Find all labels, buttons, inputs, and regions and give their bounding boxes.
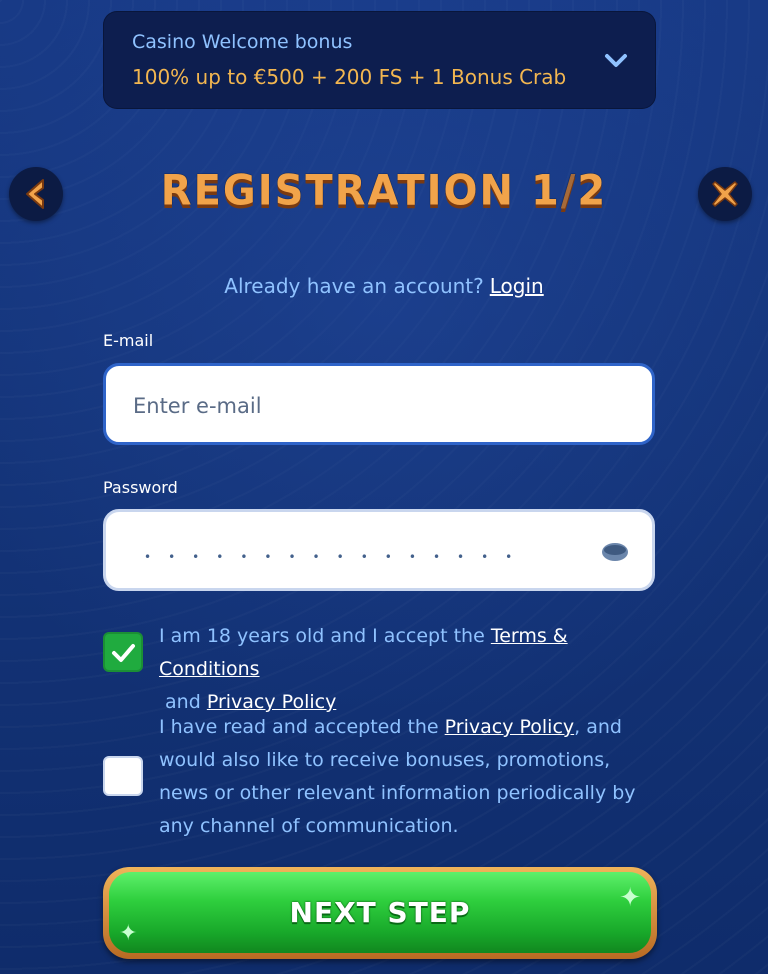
step-current: 1 [530,166,561,216]
sparkle-icon: ✦ [619,883,641,913]
password-field[interactable]: •••••••••••••••• [103,509,655,591]
privacy-policy-link[interactable]: Privacy Policy [207,691,336,713]
checkmark-icon [112,644,135,662]
close-button[interactable] [698,167,752,221]
bonus-title: Casino Welcome bonus [132,31,353,53]
login-link[interactable]: Login [490,274,544,298]
next-step-button[interactable]: NEXT STEP ✦ ✦ [103,867,657,959]
marketing-text-before: I have read and accepted the [159,716,445,738]
step-separator: / [560,166,578,216]
age-terms-text-before: I am 18 years old and I accept the [159,625,491,647]
email-placeholder: Enter e-mail [133,394,262,418]
title-word: REGISTRATION [160,166,515,216]
age-terms-text: I am 18 years old and I accept the Terms… [159,620,659,719]
eye-icon[interactable] [600,540,630,564]
login-prompt: Already have an account? [224,274,484,298]
next-step-label: NEXT STEP [289,896,471,929]
welcome-bonus-dropdown[interactable]: Casino Welcome bonus 100% up to €500 + 2… [103,11,656,109]
password-label: Password [103,478,178,497]
close-icon [712,181,738,207]
password-masked-value: •••••••••••••••• [144,550,530,564]
bonus-offer: 100% up to €500 + 200 FS + 1 Bonus Crab [132,65,567,89]
marketing-consent-checkbox[interactable] [103,756,143,796]
login-prompt-line: Already have an account? Login [0,274,768,298]
age-terms-checkbox[interactable] [103,632,143,672]
step-total: 2 [577,166,608,216]
age-terms-text-mid: and [159,691,207,713]
email-field[interactable]: Enter e-mail [103,363,655,445]
next-step-button-face: NEXT STEP [109,872,651,953]
page-title: REGISTRATION 1/2 [0,167,768,215]
chevron-down-icon[interactable] [602,47,630,75]
email-label: E-mail [103,331,154,350]
marketing-consent-text: I have read and accepted the Privacy Pol… [159,711,659,843]
privacy-policy-link-2[interactable]: Privacy Policy [445,716,574,738]
sparkle-icon: ✦ [119,921,138,946]
